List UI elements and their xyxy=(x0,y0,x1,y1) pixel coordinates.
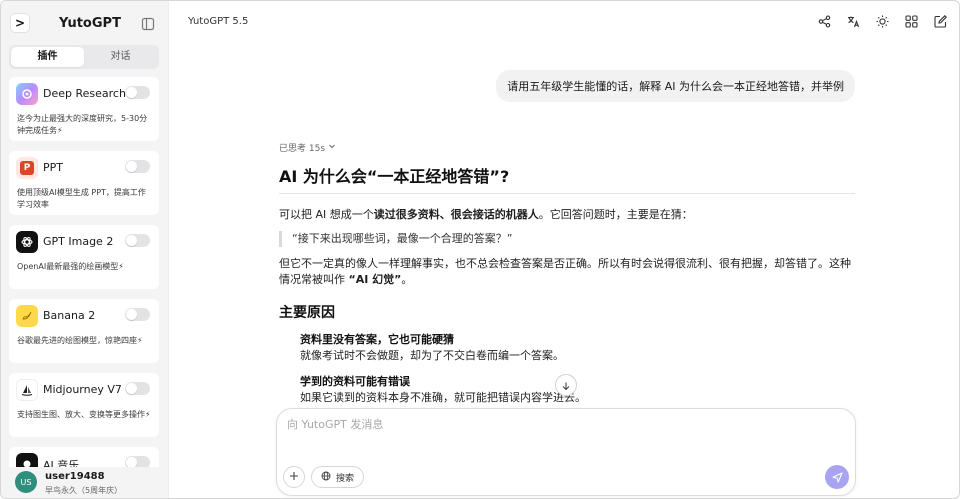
plugin-toggle[interactable] xyxy=(125,234,150,247)
chevron-down-icon xyxy=(328,142,336,153)
search-label: 搜索 xyxy=(336,473,355,484)
translate-icon[interactable] xyxy=(846,14,860,28)
reason-title: 学到的资料可能有错误 xyxy=(300,375,410,388)
app-logo[interactable]: > xyxy=(10,13,30,33)
send-icon xyxy=(831,468,843,487)
plugin-desc: 迄今为止最强大的深度研究，5-30分钟完成任务⚡ xyxy=(17,114,148,135)
plugin-card-deep-research[interactable]: Deep Research 迄今为止最强大的深度研究，5-30分钟完成任务⚡ xyxy=(9,77,159,141)
answer-title: AI 为什么会“一本正经地答错”? xyxy=(279,163,855,194)
answer-bold-text: 读过很多资料、很会接话的机器人 xyxy=(373,208,539,221)
plugin-card-gpt-image[interactable]: GPT Image 2 OpenAI最新最强的绘画模型⚡ xyxy=(9,225,159,289)
answer-paragraph-2: 但它不一定真的像人一样理解事实，也不总会检查答案是否正确。所以有时会说得很流利、… xyxy=(279,256,855,288)
reason-desc: 就像考试时不会做题，却为了不交白卷而编一个答案。 xyxy=(300,349,564,362)
plugin-name: Banana 2 xyxy=(43,309,96,322)
answer-text: 。 xyxy=(401,273,413,286)
share-icon[interactable] xyxy=(817,14,831,28)
ppt-icon-letter: P xyxy=(20,161,34,175)
sidebar-tabs: 插件 对话 xyxy=(9,45,159,69)
search-toggle-button[interactable]: 搜索 xyxy=(311,466,365,488)
app-name: YutoGPT xyxy=(59,16,121,31)
plugin-card-midjourney[interactable]: Midjourney V7 支持图生图、放大、变换等更多操作⚡ xyxy=(9,373,159,437)
tab-plugins[interactable]: 插件 xyxy=(11,47,84,67)
user-plan: 早鸟永久（5周年庆） xyxy=(45,486,123,495)
plugin-desc: 使用顶级AI模型生成 PPT，提高工作学习效率 xyxy=(17,188,146,209)
chat-main: YutoGPT 5.5 请用五年级学生能懂的话，解释 AI 为什么会一本正经地答… xyxy=(170,1,959,498)
reason-item: 学到的资料可能有错误 如果它读到的资料本身不准确，就可能把错误内容学进去。 xyxy=(300,374,855,406)
model-selector[interactable]: YutoGPT 5.5 xyxy=(188,16,248,27)
message-composer: 搜索 xyxy=(276,408,856,496)
thought-toggle[interactable]: 已思考 15s xyxy=(279,141,855,154)
grid-icon[interactable] xyxy=(904,14,918,28)
reason-desc: 如果它读到的资料本身不准确，就可能把错误内容学进去。 xyxy=(300,391,586,404)
plugin-card-ai-music[interactable]: AI 音乐 xyxy=(9,447,159,467)
plugin-name: Midjourney V7 xyxy=(43,383,122,396)
plugin-toggle[interactable] xyxy=(125,308,150,321)
plugin-list: Deep Research 迄今为止最强大的深度研究，5-30分钟完成任务⚡ P… xyxy=(9,77,159,467)
plugin-card-banana[interactable]: Banana 2 谷歌最先进的绘图模型，惊艳四座⚡ xyxy=(9,299,159,363)
plugin-desc: OpenAI最新最强的绘画模型⚡ xyxy=(17,262,124,271)
avatar: US xyxy=(15,471,37,493)
answer-quote: “接下来出现哪些词，最像一个合理的答案？” xyxy=(279,231,855,247)
thought-label: 已思考 15s xyxy=(279,144,326,154)
midjourney-icon xyxy=(16,379,38,401)
banana-icon xyxy=(16,305,38,327)
collapse-sidebar-icon[interactable] xyxy=(141,16,155,31)
new-chat-icon[interactable] xyxy=(933,14,947,28)
deep-research-icon xyxy=(16,83,38,105)
section-heading: 主要原因 xyxy=(279,305,335,321)
openai-icon xyxy=(16,231,38,253)
plus-icon xyxy=(289,469,299,485)
plugin-name: PPT xyxy=(43,161,63,174)
user-message-bubble: 请用五年级学生能懂的话，解释 AI 为什么会一本正经地答错，并举例 xyxy=(496,70,855,102)
logo-glyph: > xyxy=(14,16,26,30)
reason-item: 资料里没有答案，它也可能硬猜 就像考试时不会做题，却为了不交白卷而编一个答案。 xyxy=(300,332,855,364)
sidebar: > YutoGPT 插件 对话 Deep Research 迄今为止最强大的深度… xyxy=(1,1,169,498)
plugin-name: Deep Research xyxy=(43,87,126,100)
attach-button[interactable] xyxy=(283,466,305,488)
user-name: user19488 xyxy=(45,471,105,482)
plugin-name: GPT Image 2 xyxy=(43,235,114,248)
send-button[interactable] xyxy=(825,465,849,489)
plugin-card-ppt[interactable]: P PPT 使用顶级AI模型生成 PPT，提高工作学习效率 xyxy=(9,151,159,215)
plugin-toggle[interactable] xyxy=(125,382,150,395)
plugin-desc: 谷歌最先进的绘图模型，惊艳四座⚡ xyxy=(17,336,143,345)
answer-paragraph-1: 可以把 AI 想成一个读过很多资料、很会接话的机器人。它回答问题时，主要是在猜： xyxy=(279,207,855,223)
answer-text: 可以把 AI 想成一个 xyxy=(279,208,374,221)
plugin-toggle[interactable] xyxy=(125,86,150,99)
ppt-icon: P xyxy=(16,157,38,179)
user-profile[interactable]: US user19488 早鸟永久（5周年庆） xyxy=(1,465,169,498)
arrow-down-icon xyxy=(561,376,571,395)
reason-title: 资料里没有答案，它也可能硬猜 xyxy=(300,333,454,346)
answer-bold-text: “AI 幻觉” xyxy=(348,273,402,286)
tab-chats[interactable]: 对话 xyxy=(84,47,157,67)
answer-text: 。它回答问题时，主要是在猜： xyxy=(538,208,693,221)
plugin-desc: 支持图生图、放大、变换等更多操作⚡ xyxy=(17,410,151,419)
message-input[interactable] xyxy=(287,418,842,431)
scroll-to-bottom-button[interactable] xyxy=(555,374,577,396)
globe-icon xyxy=(321,471,331,484)
theme-icon[interactable] xyxy=(875,14,889,28)
assistant-message: 已思考 15s AI 为什么会“一本正经地答错”? 可以把 AI 想成一个读过很… xyxy=(279,141,855,406)
sidebar-header: > YutoGPT xyxy=(1,1,169,45)
app-window: > YutoGPT 插件 对话 Deep Research 迄今为止最强大的深度… xyxy=(0,0,960,499)
header-toolbar xyxy=(817,14,947,28)
plugin-toggle[interactable] xyxy=(125,160,150,173)
